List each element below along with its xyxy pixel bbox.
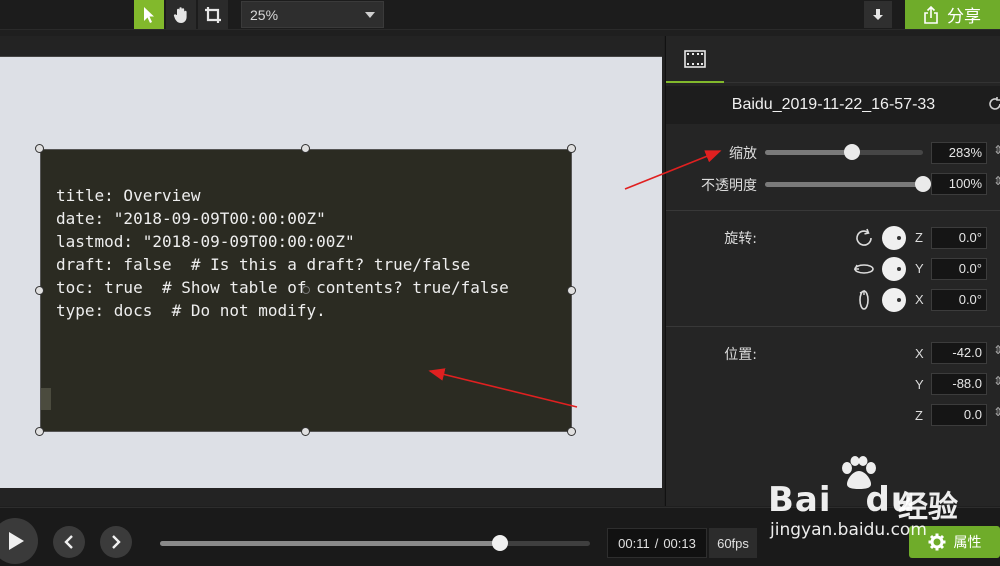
download-button[interactable] (864, 1, 892, 28)
previous-button[interactable] (53, 526, 85, 558)
position-x-stepper[interactable]: ⇕ (993, 343, 1000, 357)
position-y-input[interactable]: -88.0 (931, 373, 987, 395)
tab-visual-properties[interactable] (666, 36, 724, 83)
panel-tabbar (666, 36, 1000, 83)
resize-handle-right[interactable] (567, 286, 576, 295)
position-x-axis-label: X (915, 346, 924, 361)
play-button[interactable] (0, 518, 38, 564)
properties-panel: Baidu_2019-11-22_16-57-33 缩放 283% ⇕ 不透明度… (665, 36, 1000, 506)
scale-slider[interactable] (765, 144, 923, 160)
resize-handle-bottom-left[interactable] (35, 427, 44, 436)
clip-title: Baidu_2019-11-22_16-57-33 (731, 96, 936, 113)
opacity-slider-thumb[interactable] (915, 176, 931, 192)
section-divider (666, 210, 1000, 211)
position-label: 位置: (724, 347, 757, 363)
rotate-y-axis-label: Y (915, 261, 924, 276)
scale-stepper[interactable]: ⇕ (993, 143, 1000, 157)
text-cursor (41, 388, 51, 410)
rotate-z-input[interactable]: 0.0° (931, 227, 987, 249)
baidu-watermark: Bai du 经验 jingyan.baidu.com (764, 456, 1000, 548)
arrow-down-icon (873, 8, 883, 20)
total-time: 00:13 (663, 535, 696, 551)
rotation-center-handle[interactable] (302, 286, 310, 294)
position-y-axis-label: Y (915, 377, 924, 392)
resize-handle-bottom-right[interactable] (567, 427, 576, 436)
pointer-icon (144, 6, 154, 23)
rotate-x-input[interactable]: 0.0° (931, 289, 987, 311)
position-y-stepper[interactable]: ⇕ (993, 374, 1000, 388)
rotation-label: 旋转: (724, 231, 757, 247)
chevron-down-icon (365, 12, 375, 18)
rotate-x-axis-label: X (915, 292, 924, 307)
rotate-y-icon (852, 257, 876, 281)
section-divider (666, 326, 1000, 327)
rotate-y-input[interactable]: 0.0° (931, 258, 987, 280)
app-window: 25% 分享 title: Overview date: "2018-09-09T… (0, 0, 1000, 566)
reset-icon[interactable] (989, 96, 1000, 117)
share-label: 分享 (947, 7, 981, 27)
clip-text-content: title: Overview date: "2018-09-09T00:00:0… (56, 184, 509, 322)
resize-handle-bottom[interactable] (301, 427, 310, 436)
code-line: lastmod: "2018-09-09T00:00:00Z" (56, 232, 355, 251)
scrubber-fill (160, 541, 500, 546)
rotate-y-dial[interactable] (882, 257, 906, 281)
share-icon (924, 5, 938, 24)
rotate-x-dial[interactable] (882, 288, 906, 312)
pan-tool-button[interactable] (166, 0, 196, 29)
scale-label: 缩放 (729, 146, 757, 162)
rotate-z-dial[interactable] (882, 226, 906, 250)
watermark-url: jingyan.baidu.com (770, 520, 927, 540)
next-button[interactable] (100, 526, 132, 558)
position-z-stepper[interactable]: ⇕ (993, 405, 1000, 419)
timecode-display: 00:11 / 00:13 (607, 528, 707, 558)
rotate-z-axis-label: Z (915, 230, 923, 245)
code-line: draft: false # Is this a draft? true/fal… (56, 255, 471, 274)
hand-icon (173, 6, 187, 23)
opacity-slider[interactable] (765, 176, 931, 192)
opacity-slider-fill (765, 182, 923, 187)
resize-handle-left[interactable] (35, 286, 44, 295)
scrubber-thumb[interactable] (491, 535, 508, 551)
current-time: 00:11 (618, 535, 650, 551)
zoom-value: 25% (250, 6, 279, 23)
position-x-input[interactable]: -42.0 (931, 342, 987, 364)
code-line: title: Overview (56, 186, 201, 205)
chevron-left-icon (64, 535, 73, 549)
chevron-right-icon (112, 535, 121, 549)
fps-display: 60fps (709, 528, 757, 558)
code-line: date: "2018-09-09T00:00:00Z" (56, 209, 326, 228)
watermark-brand: Bai du (768, 480, 917, 520)
position-z-input[interactable]: 0.0 (931, 404, 987, 426)
code-line: type: docs # Do not modify. (56, 301, 326, 320)
rotate-z-icon (852, 226, 876, 250)
position-z-axis-label: Z (915, 408, 923, 423)
scale-slider-fill (765, 150, 852, 155)
clip-title-bar: Baidu_2019-11-22_16-57-33 (666, 86, 1000, 124)
preview-area: title: Overview date: "2018-09-09T00:00:0… (0, 36, 664, 506)
zoom-dropdown[interactable]: 25% (241, 1, 384, 28)
resize-handle-top-left[interactable] (35, 144, 44, 153)
play-icon (9, 532, 24, 550)
resize-handle-top-right[interactable] (567, 144, 576, 153)
share-button[interactable]: 分享 (905, 0, 1000, 29)
opacity-label: 不透明度 (701, 178, 757, 194)
scale-slider-thumb[interactable] (843, 144, 860, 160)
crop-tool-button[interactable] (198, 0, 228, 29)
opacity-input[interactable]: 100% (931, 173, 987, 195)
film-icon (684, 49, 706, 68)
time-separator: / (654, 535, 659, 551)
playback-scrubber[interactable] (160, 535, 590, 551)
resize-handle-top[interactable] (301, 144, 310, 153)
opacity-stepper[interactable]: ⇕ (993, 174, 1000, 188)
code-line: toc: true # Show table of contents? true… (56, 278, 509, 297)
rotate-x-icon (852, 288, 876, 312)
select-tool-button[interactable] (134, 0, 164, 29)
scale-input[interactable]: 283% (931, 142, 987, 164)
preview-canvas[interactable]: title: Overview date: "2018-09-09T00:00:0… (0, 56, 662, 488)
crop-icon (205, 6, 221, 23)
top-toolbar: 25% 分享 (0, 0, 1000, 30)
